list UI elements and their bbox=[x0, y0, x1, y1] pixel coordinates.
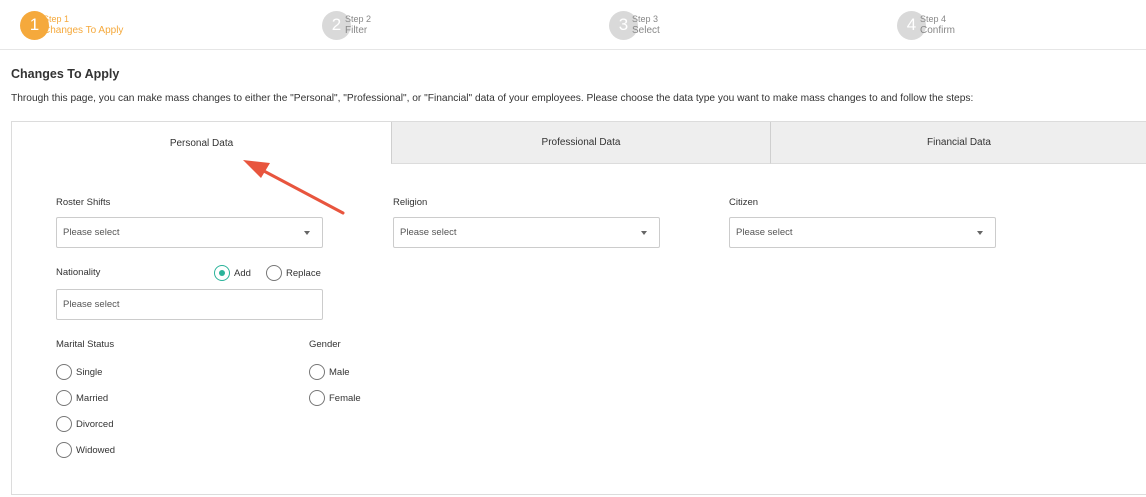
radio-unchecked-icon bbox=[266, 265, 282, 281]
radio-unchecked-icon bbox=[56, 390, 72, 406]
citizen-label: Citizen bbox=[729, 197, 759, 208]
radio-unchecked-icon bbox=[309, 364, 325, 380]
radio-unchecked-icon bbox=[56, 416, 72, 432]
step-index-label: Step 4 bbox=[920, 14, 947, 24]
step-name-label: Filter bbox=[345, 25, 368, 36]
radio-label: Single bbox=[76, 366, 103, 378]
caret-down-icon bbox=[641, 231, 647, 235]
stepper: 1 Step 1 Changes To Apply 2 Step 2 Filte… bbox=[0, 0, 1146, 50]
step-2[interactable]: 2 Step 2 Filter bbox=[322, 10, 371, 40]
nationality-add-radio[interactable]: Add bbox=[214, 265, 251, 281]
page-description: Through this page, you can make mass cha… bbox=[11, 93, 974, 104]
data-type-panel: Personal Data Professional Data Financia… bbox=[11, 121, 1146, 495]
marital-status-divorced-radio[interactable]: Divorced bbox=[56, 416, 114, 432]
roster-shifts-value: Please select bbox=[63, 227, 120, 238]
citizen-select[interactable]: Please select bbox=[729, 217, 996, 248]
tab-professional-data[interactable]: Professional Data bbox=[391, 122, 770, 164]
radio-label: Add bbox=[234, 267, 251, 279]
marital-status-single-radio[interactable]: Single bbox=[56, 364, 102, 380]
radio-unchecked-icon bbox=[309, 390, 325, 406]
radio-label: Widowed bbox=[76, 444, 116, 456]
caret-down-icon bbox=[304, 231, 310, 235]
step-index-label: Step 2 bbox=[345, 14, 372, 24]
step-3[interactable]: 3 Step 3 Select bbox=[609, 10, 660, 40]
step-name-label: Changes To Apply bbox=[43, 25, 124, 36]
tab-personal-data[interactable]: Personal Data bbox=[12, 122, 391, 164]
gender-female-radio[interactable]: Female bbox=[309, 390, 361, 406]
step-text: Step 3 Select bbox=[632, 13, 660, 37]
nationality-replace-radio[interactable]: Replace bbox=[266, 265, 321, 281]
step-name-label: Confirm bbox=[920, 25, 956, 36]
radio-unchecked-icon bbox=[56, 442, 72, 458]
religion-label: Religion bbox=[393, 197, 428, 208]
religion-value: Please select bbox=[400, 227, 457, 238]
step-index-label: Step 1 bbox=[43, 14, 70, 24]
radio-checked-icon bbox=[214, 265, 230, 281]
radio-label: Male bbox=[329, 366, 350, 378]
roster-shifts-label: Roster Shifts bbox=[56, 197, 111, 208]
radio-unchecked-icon bbox=[56, 364, 72, 380]
step-text: Step 1 Changes To Apply bbox=[43, 13, 123, 37]
caret-down-icon bbox=[977, 231, 983, 235]
radio-label: Married bbox=[76, 392, 109, 404]
nationality-input[interactable] bbox=[56, 289, 323, 320]
radio-label: Divorced bbox=[76, 418, 114, 430]
step-index-label: Step 3 bbox=[632, 14, 659, 24]
step-4[interactable]: 4 Step 4 Confirm bbox=[897, 10, 955, 40]
step-name-label: Select bbox=[632, 25, 660, 36]
gender-label: Gender bbox=[309, 339, 341, 350]
page-title: Changes To Apply bbox=[11, 67, 120, 81]
marital-status-label: Marital Status bbox=[56, 339, 115, 350]
religion-select[interactable]: Please select bbox=[393, 217, 660, 248]
citizen-value: Please select bbox=[736, 227, 793, 238]
step-text: Step 4 Confirm bbox=[920, 13, 955, 37]
roster-shifts-select[interactable]: Please select bbox=[56, 217, 323, 248]
step-text: Step 2 Filter bbox=[345, 13, 371, 37]
nationality-label: Nationality bbox=[56, 267, 101, 278]
marital-status-widowed-radio[interactable]: Widowed bbox=[56, 442, 115, 458]
radio-label: Replace bbox=[286, 267, 321, 279]
data-type-tabs: Personal Data Professional Data Financia… bbox=[12, 122, 1146, 164]
marital-status-married-radio[interactable]: Married bbox=[56, 390, 108, 406]
radio-label: Female bbox=[329, 392, 361, 404]
gender-male-radio[interactable]: Male bbox=[309, 364, 350, 380]
tab-financial-data[interactable]: Financial Data bbox=[770, 122, 1146, 164]
step-1[interactable]: 1 Step 1 Changes To Apply bbox=[20, 10, 123, 40]
